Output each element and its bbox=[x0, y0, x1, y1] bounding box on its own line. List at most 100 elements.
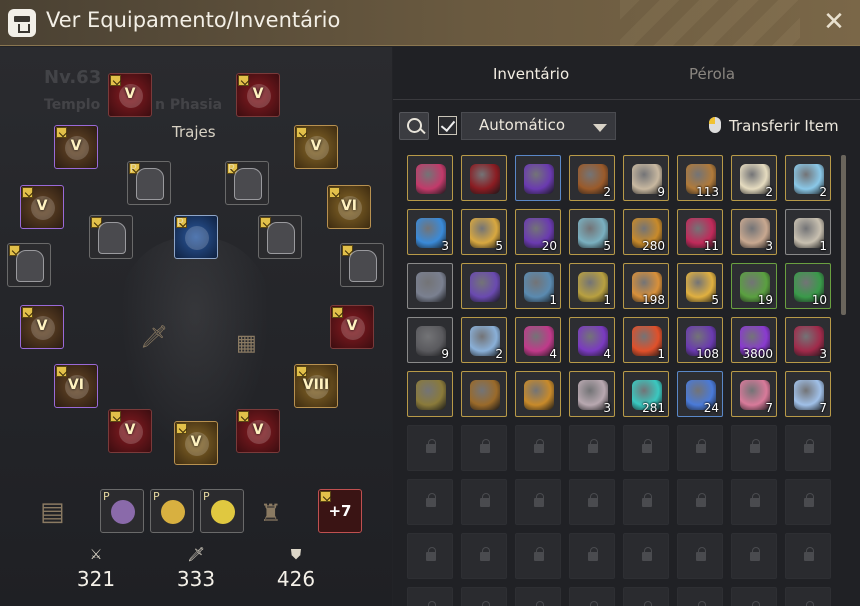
tab-inventory[interactable]: Inventário bbox=[493, 65, 569, 83]
search-icon[interactable] bbox=[399, 112, 429, 140]
inventory-scrollbar[interactable] bbox=[841, 155, 846, 315]
costume-slot[interactable]: V bbox=[330, 305, 374, 349]
costume-slot[interactable]: P bbox=[174, 215, 218, 259]
transfer-item-button[interactable]: Transferir Item bbox=[709, 117, 839, 135]
costume-slot[interactable]: V bbox=[20, 185, 64, 229]
costume-slot[interactable]: V bbox=[236, 409, 280, 453]
lock-tag-icon bbox=[22, 187, 33, 198]
tab-pearl[interactable]: Pérola bbox=[689, 65, 735, 83]
slot-grade-label: P bbox=[177, 216, 184, 229]
inventory-slot[interactable]: 24 bbox=[677, 371, 723, 417]
lock-icon bbox=[750, 547, 760, 561]
accessory-slot[interactable]: P bbox=[100, 489, 144, 533]
inventory-slot[interactable]: 1 bbox=[515, 263, 561, 309]
inventory-slot[interactable]: 108 bbox=[677, 317, 723, 363]
inventory-slot[interactable]: 7 bbox=[785, 371, 831, 417]
inventory-slot[interactable]: 2 bbox=[731, 155, 777, 201]
item-count: 1 bbox=[603, 293, 611, 307]
inventory-slot[interactable]: 9 bbox=[407, 317, 453, 363]
inventory-slot[interactable]: 20 bbox=[515, 209, 561, 255]
inventory-slot[interactable]: 3 bbox=[785, 317, 831, 363]
inventory-slot[interactable]: 1 bbox=[569, 263, 615, 309]
inventory-slot[interactable]: 198 bbox=[623, 263, 669, 309]
inventory-slot[interactable] bbox=[407, 155, 453, 201]
inventory-slot[interactable]: 3 bbox=[569, 371, 615, 417]
costume-slot[interactable] bbox=[340, 243, 384, 287]
inventory-slot[interactable]: 281 bbox=[623, 371, 669, 417]
item-count: 3800 bbox=[742, 347, 773, 361]
inventory-slot[interactable] bbox=[515, 155, 561, 201]
costume-slot[interactable]: VIII bbox=[294, 364, 338, 408]
item-count: 3 bbox=[819, 347, 827, 361]
chest-icon bbox=[8, 9, 36, 37]
inventory-slot[interactable] bbox=[461, 371, 507, 417]
inventory-slot[interactable]: 5 bbox=[677, 263, 723, 309]
item-count: 11 bbox=[703, 239, 719, 253]
inventory-slot[interactable]: 2 bbox=[461, 317, 507, 363]
inventory-slot[interactable]: 2 bbox=[785, 155, 831, 201]
inventory-slot[interactable]: 9 bbox=[623, 155, 669, 201]
inventory-slot[interactable] bbox=[407, 263, 453, 309]
locked-slot bbox=[785, 425, 831, 471]
costume-slot[interactable]: P bbox=[127, 161, 171, 205]
sort-dropdown[interactable]: Automático bbox=[461, 112, 616, 140]
shirt-silhouette-icon: ♜ bbox=[260, 499, 282, 527]
lock-icon bbox=[426, 547, 436, 561]
lock-icon bbox=[426, 439, 436, 453]
inventory-slot[interactable] bbox=[515, 371, 561, 417]
item-count: 10 bbox=[811, 293, 827, 307]
lock-icon bbox=[534, 439, 544, 453]
inventory-slot[interactable]: 19 bbox=[731, 263, 777, 309]
inventory-slot[interactable] bbox=[461, 263, 507, 309]
costume-slot[interactable]: VI bbox=[54, 364, 98, 408]
inventory-slot[interactable]: 4 bbox=[515, 317, 561, 363]
inventory-slot[interactable]: 5 bbox=[461, 209, 507, 255]
costume-slot[interactable]: VI bbox=[327, 185, 371, 229]
costume-slot[interactable] bbox=[89, 215, 133, 259]
costume-slot[interactable]: V bbox=[294, 125, 338, 169]
inventory-slot[interactable]: 2 bbox=[569, 155, 615, 201]
inventory-slot[interactable]: 1 bbox=[785, 209, 831, 255]
locked-slot bbox=[515, 587, 561, 606]
slot-grade-label: V bbox=[70, 138, 82, 154]
costume-label: Trajes bbox=[172, 123, 216, 141]
enhance-slot[interactable]: +7 bbox=[318, 489, 362, 533]
costume-slot[interactable]: P bbox=[225, 161, 269, 205]
title-bar[interactable]: Ver Equipamento/Inventário ✕ bbox=[0, 0, 860, 46]
locked-slot bbox=[461, 533, 507, 579]
costume-slot[interactable]: V bbox=[108, 73, 152, 117]
costume-slot[interactable]: V bbox=[174, 421, 218, 465]
inventory-slot[interactable]: 4 bbox=[569, 317, 615, 363]
item-count: 7 bbox=[819, 401, 827, 415]
inventory-slot[interactable]: 3 bbox=[731, 209, 777, 255]
lock-icon bbox=[804, 439, 814, 453]
slot-grade-label: V bbox=[36, 198, 48, 214]
inventory-slot[interactable]: 3 bbox=[407, 209, 453, 255]
locked-slot bbox=[407, 425, 453, 471]
inventory-slot[interactable]: 7 bbox=[731, 371, 777, 417]
costume-slot[interactable] bbox=[258, 215, 302, 259]
close-icon[interactable]: ✕ bbox=[820, 9, 848, 37]
inventory-slot[interactable]: 3800 bbox=[731, 317, 777, 363]
costume-slot[interactable]: V bbox=[236, 73, 280, 117]
costume-slot[interactable]: V bbox=[54, 125, 98, 169]
inventory-slot[interactable]: 10 bbox=[785, 263, 831, 309]
window-title: Ver Equipamento/Inventário bbox=[46, 8, 341, 32]
inventory-slot[interactable]: 5 bbox=[569, 209, 615, 255]
accessory-slot[interactable]: P bbox=[150, 489, 194, 533]
auto-sort-checkbox[interactable] bbox=[438, 116, 457, 135]
locked-slot bbox=[785, 479, 831, 525]
locked-slot bbox=[407, 587, 453, 606]
inventory-slot[interactable]: 11 bbox=[677, 209, 723, 255]
lock-tag-icon bbox=[56, 127, 67, 138]
inventory-slot[interactable]: 1 bbox=[623, 317, 669, 363]
accessory-slot[interactable]: P bbox=[200, 489, 244, 533]
costume-slot[interactable]: V bbox=[108, 409, 152, 453]
costume-slot[interactable] bbox=[7, 243, 51, 287]
chevron-down-icon bbox=[593, 124, 607, 132]
inventory-slot[interactable] bbox=[407, 371, 453, 417]
inventory-slot[interactable] bbox=[461, 155, 507, 201]
inventory-slot[interactable]: 280 bbox=[623, 209, 669, 255]
costume-slot[interactable]: V bbox=[20, 305, 64, 349]
inventory-slot[interactable]: 113 bbox=[677, 155, 723, 201]
